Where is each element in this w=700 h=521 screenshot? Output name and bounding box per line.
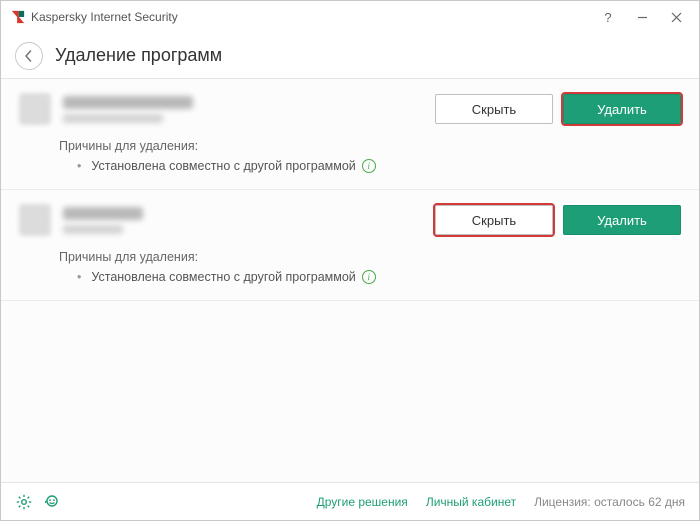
program-info [63, 207, 423, 234]
reason-text: Установлена совместно с другой программо… [91, 159, 355, 173]
reasons-block: Причины для удаления: Установлена совмес… [59, 250, 681, 284]
reasons-block: Причины для удаления: Установлена совмес… [59, 139, 681, 173]
license-status: Лицензия: осталось 62 дня [534, 495, 685, 509]
other-solutions-link[interactable]: Другие решения [317, 495, 408, 509]
program-info [63, 96, 423, 123]
hide-button[interactable]: Скрыть [435, 205, 553, 235]
program-actions: Скрыть Удалить [435, 94, 681, 124]
support-icon[interactable] [43, 493, 61, 511]
program-item: Скрыть Удалить Причины для удаления: Уст… [1, 190, 699, 301]
page-header: Удаление программ [1, 33, 699, 79]
delete-button[interactable]: Удалить [563, 205, 681, 235]
delete-button[interactable]: Удалить [563, 94, 681, 124]
window-title: Kaspersky Internet Security [31, 10, 591, 24]
program-row: Скрыть Удалить [19, 204, 681, 236]
program-vendor-blurred [63, 225, 123, 234]
reason-item: Установлена совместно с другой программо… [77, 159, 681, 173]
reason-item: Установлена совместно с другой программо… [77, 270, 681, 284]
titlebar: Kaspersky Internet Security ? [1, 1, 699, 33]
reason-text: Установлена совместно с другой программо… [91, 270, 355, 284]
help-button[interactable]: ? [591, 2, 625, 32]
program-item: Скрыть Удалить Причины для удаления: Уст… [1, 79, 699, 190]
hide-button[interactable]: Скрыть [435, 94, 553, 124]
info-icon[interactable]: i [362, 270, 376, 284]
page-title: Удаление программ [55, 45, 222, 66]
program-icon [19, 204, 51, 236]
reasons-label: Причины для удаления: [59, 250, 681, 264]
app-window: Kaspersky Internet Security ? Удаление п… [0, 0, 700, 521]
program-vendor-blurred [63, 114, 163, 123]
status-bar: Другие решения Личный кабинет Лицензия: … [1, 482, 699, 520]
program-list: Скрыть Удалить Причины для удаления: Уст… [1, 79, 699, 482]
program-row: Скрыть Удалить [19, 93, 681, 125]
settings-icon[interactable] [15, 493, 33, 511]
program-actions: Скрыть Удалить [435, 205, 681, 235]
close-button[interactable] [659, 2, 693, 32]
program-name-blurred [63, 207, 143, 220]
arrow-left-icon [23, 50, 35, 62]
program-name-blurred [63, 96, 193, 109]
kaspersky-logo-icon [11, 10, 25, 24]
minimize-button[interactable] [625, 2, 659, 32]
account-link[interactable]: Личный кабинет [426, 495, 516, 509]
back-button[interactable] [15, 42, 43, 70]
reasons-label: Причины для удаления: [59, 139, 681, 153]
info-icon[interactable]: i [362, 159, 376, 173]
program-icon [19, 93, 51, 125]
